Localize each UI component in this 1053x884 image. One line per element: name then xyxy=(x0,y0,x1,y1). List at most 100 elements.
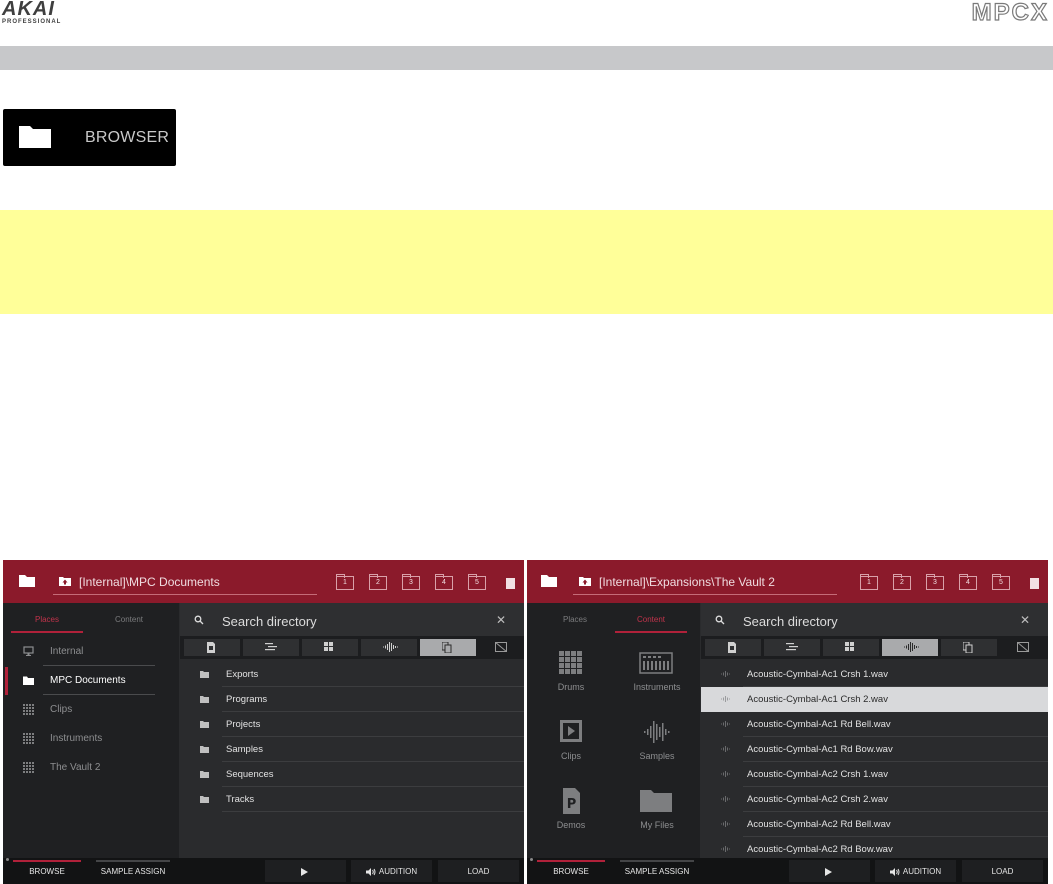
filter-samples-button[interactable] xyxy=(361,639,417,656)
sample-wave-icon xyxy=(721,671,730,677)
item-name: Programs xyxy=(226,694,268,705)
place-label: MPC Documents xyxy=(50,675,126,686)
filter-sequences-button[interactable] xyxy=(243,639,299,656)
list-item[interactable]: Tracks xyxy=(180,787,524,812)
filter-all-files-button[interactable] xyxy=(941,639,997,656)
place-instruments[interactable]: Instruments xyxy=(3,724,179,753)
list-item[interactable]: Acoustic-Cymbal-Ac1 Rd Bow.wav xyxy=(701,737,1048,762)
sample-wave-icon xyxy=(721,796,730,802)
location-button-4[interactable]: 4 xyxy=(435,574,453,590)
location-button-1[interactable]: 1 xyxy=(860,574,878,590)
place-clips[interactable]: Clips xyxy=(3,695,179,724)
list-item[interactable]: Projects xyxy=(180,712,524,737)
audition-button[interactable]: AUDITION xyxy=(351,860,432,882)
list-item[interactable]: Acoustic-Cymbal-Ac2 Crsh 1.wav xyxy=(701,762,1048,787)
view-toggle-button[interactable] xyxy=(506,578,515,589)
content-category-demos[interactable]: P Demos xyxy=(527,784,615,849)
content-category-samples[interactable]: Samples xyxy=(613,715,701,780)
tab-places[interactable]: Places xyxy=(531,603,619,633)
search-input[interactable]: Search directory xyxy=(743,614,838,629)
separator xyxy=(222,811,524,812)
sample-assign-button[interactable]: SAMPLE ASSIGN xyxy=(96,860,170,882)
filter-projects-button[interactable] xyxy=(705,639,761,656)
list-item[interactable]: Acoustic-Cymbal-Ac1 Crsh 1.wav xyxy=(701,662,1048,687)
path-field[interactable]: [Internal]\MPC Documents xyxy=(53,571,317,595)
location-button-2[interactable]: 2 xyxy=(369,574,387,590)
location-button-4[interactable]: 4 xyxy=(959,574,977,590)
filter-samples-button[interactable] xyxy=(882,639,938,656)
category-label: Demos xyxy=(556,820,586,830)
list-item[interactable]: Acoustic-Cymbal-Ac1 Rd Bell.wav xyxy=(701,712,1048,737)
play-button[interactable] xyxy=(789,860,870,882)
list-item[interactable]: Exports xyxy=(180,662,524,687)
list-item[interactable]: Acoustic-Cymbal-Ac2 Crsh 2.wav xyxy=(701,787,1048,812)
filter-hide-button[interactable] xyxy=(1000,639,1046,656)
tab-content[interactable]: Content xyxy=(607,603,695,633)
place-label: The Vault 2 xyxy=(50,762,101,773)
content-category-clips[interactable]: Clips xyxy=(527,715,615,780)
note-box xyxy=(0,210,1053,314)
search-bar[interactable]: Search directory ✕ xyxy=(180,603,524,636)
list-item[interactable]: Sequences xyxy=(180,762,524,787)
folder-icon[interactable] xyxy=(19,575,35,587)
path-field[interactable]: [Internal]\Expansions\The Vault 2 xyxy=(573,571,837,595)
close-icon[interactable]: ✕ xyxy=(496,613,506,627)
place-label: Internal xyxy=(50,646,84,657)
browse-button[interactable]: BROWSE xyxy=(537,860,605,882)
search-bar[interactable]: Search directory ✕ xyxy=(701,603,1048,636)
folder-up-icon[interactable] xyxy=(579,576,591,586)
filter-hide-button[interactable] xyxy=(479,639,523,656)
list-item-selected[interactable]: Acoustic-Cymbal-Ac1 Crsh 2.wav xyxy=(701,687,1048,712)
filter-sequences-button[interactable] xyxy=(764,639,820,656)
location-button-3[interactable]: 3 xyxy=(926,574,944,590)
folder-icon xyxy=(200,796,209,803)
location-button-1[interactable]: 1 xyxy=(336,574,354,590)
content-category-drums[interactable]: Drums xyxy=(527,646,615,711)
filter-all-files-button[interactable] xyxy=(420,639,476,656)
content-category-my-files[interactable]: My Files xyxy=(613,784,701,849)
place-internal[interactable]: Internal xyxy=(3,637,179,666)
file-panel: Search directory ✕ xyxy=(180,603,524,858)
item-name: Acoustic-Cymbal-Ac2 Crsh 2.wav xyxy=(747,794,888,805)
pads-icon xyxy=(845,642,854,651)
item-name: Acoustic-Cymbal-Ac1 Rd Bell.wav xyxy=(747,719,891,730)
list-item[interactable]: Acoustic-Cymbal-Ac2 Rd Bell.wav xyxy=(701,812,1048,837)
folder-icon[interactable] xyxy=(541,575,557,587)
load-button[interactable]: LOAD xyxy=(962,860,1043,882)
filter-programs-button[interactable] xyxy=(302,639,358,656)
sample-assign-button[interactable]: SAMPLE ASSIGN xyxy=(620,860,694,882)
waveform-icon xyxy=(904,642,919,652)
load-button[interactable]: LOAD xyxy=(438,860,519,882)
location-button-5[interactable]: 5 xyxy=(468,574,486,590)
tab-content[interactable]: Content xyxy=(85,603,173,633)
place-mpc-documents[interactable]: MPC Documents xyxy=(3,666,179,695)
akai-brand: AKAI xyxy=(2,0,55,20)
folder-icon xyxy=(200,696,209,703)
location-button-5[interactable]: 5 xyxy=(992,574,1010,590)
current-path: [Internal]\Expansions\The Vault 2 xyxy=(599,575,775,589)
list-item[interactable]: Programs xyxy=(180,687,524,712)
play-button[interactable] xyxy=(265,860,346,882)
content-category-instruments[interactable]: Instruments xyxy=(613,646,701,711)
akai-brand-sub: PROFESSIONAL xyxy=(2,19,62,25)
location-button-3[interactable]: 3 xyxy=(402,574,420,590)
file-panel: Search directory ✕ xyxy=(701,603,1048,858)
browser-button[interactable]: BROWSER xyxy=(3,109,176,166)
tab-places[interactable]: Places xyxy=(3,603,91,633)
browse-button[interactable]: BROWSE xyxy=(13,860,81,882)
filter-programs-button[interactable] xyxy=(823,639,879,656)
close-icon[interactable]: ✕ xyxy=(1020,613,1030,627)
item-name: Acoustic-Cymbal-Ac1 Crsh 2.wav xyxy=(747,694,888,705)
list-item[interactable]: Samples xyxy=(180,737,524,762)
search-icon xyxy=(194,615,204,625)
view-toggle-button[interactable] xyxy=(1030,578,1039,589)
search-input[interactable]: Search directory xyxy=(222,614,317,629)
folder-up-icon[interactable] xyxy=(59,576,71,586)
place-the-vault-2[interactable]: The Vault 2 xyxy=(3,753,179,782)
location-button-2[interactable]: 2 xyxy=(893,574,911,590)
filter-projects-button[interactable] xyxy=(184,639,240,656)
pads-icon xyxy=(324,642,333,651)
bottom-bar: BROWSE SAMPLE ASSIGN AUDITION LOAD xyxy=(527,858,1048,884)
audition-button[interactable]: AUDITION xyxy=(875,860,956,882)
folder-icon xyxy=(200,771,209,778)
